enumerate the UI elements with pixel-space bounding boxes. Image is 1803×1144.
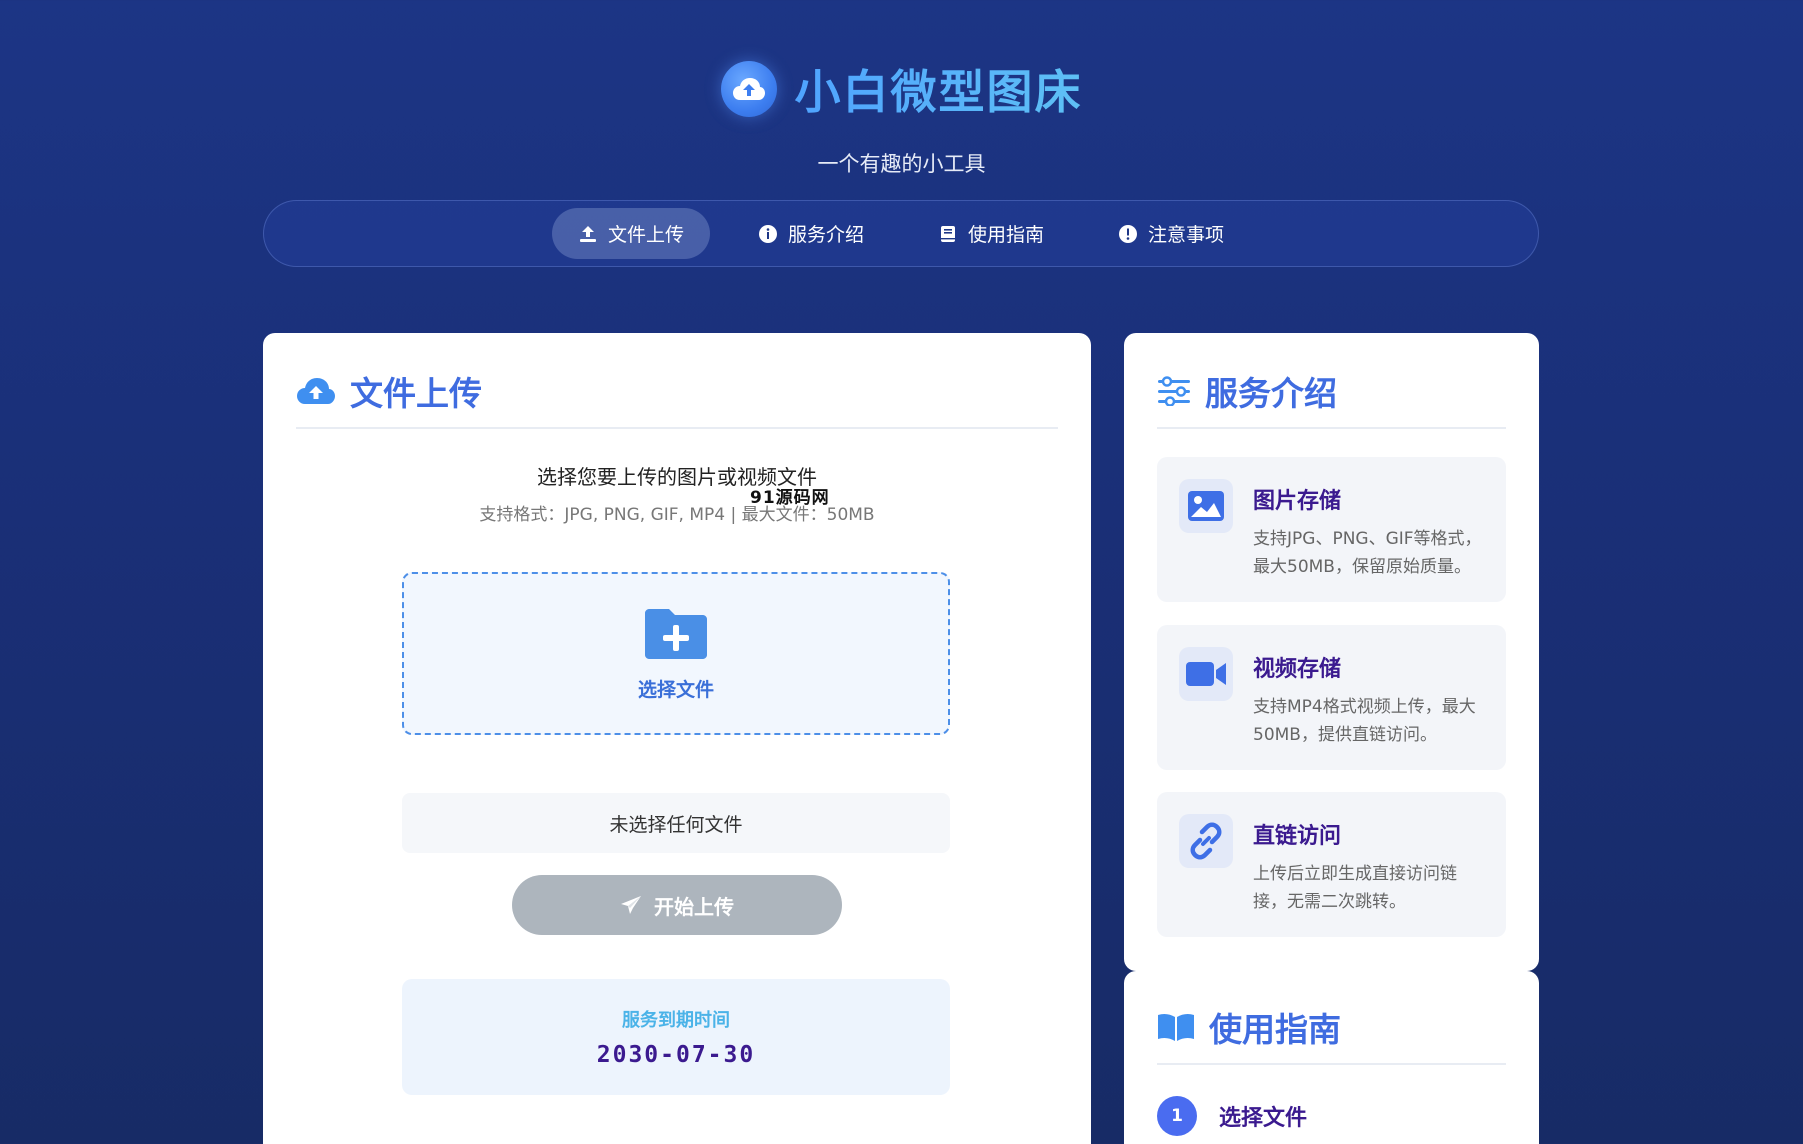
upload-card-header: 文件上传 — [296, 371, 1058, 429]
alert-icon — [1119, 224, 1138, 243]
paper-plane-icon — [621, 896, 641, 914]
image-icon — [1179, 479, 1233, 533]
app-title: 小白微型图床 — [795, 56, 1083, 122]
step-number: 1 — [1157, 1096, 1197, 1136]
feature-desc: 上传后立即生成直接访问链接，无需二次跳转。 — [1253, 864, 1457, 912]
feature-desc: 支持JPG、PNG、GIF等格式，最大50MB，保留原始质量。 — [1253, 529, 1482, 577]
nav-tab-upload[interactable]: 文件上传 — [551, 208, 710, 259]
service-card: 服务介绍 图片存储 支持JPG、PNG、GIF等格式，最大50MB，保留原始质量… — [1124, 333, 1539, 971]
upload-icon — [579, 225, 596, 242]
guide-step: 1 选择文件 — [1157, 1096, 1307, 1136]
nav-tab-label: 服务介绍 — [787, 224, 864, 246]
guide-card: 使用指南 1 选择文件 — [1124, 971, 1539, 1144]
video-icon — [1179, 647, 1233, 701]
cloud-upload-icon — [297, 378, 335, 404]
file-status: 未选择任何文件 — [402, 793, 950, 853]
book-open-icon — [1158, 1013, 1194, 1041]
feature-video-storage: 视频存储 支持MP4格式视频上传，最大50MB，提供直链访问。 — [1157, 625, 1506, 770]
expiry-box: 服务到期时间 2030-07-30 — [402, 979, 950, 1095]
watermark-text: 91源码网 — [750, 488, 830, 508]
feature-direct-link: 直链访问 上传后立即生成直接访问链接，无需二次跳转。 — [1157, 792, 1506, 937]
feature-desc: 支持MP4格式视频上传，最大50MB，提供直链访问。 — [1253, 697, 1476, 745]
top-nav: 文件上传 服务介绍 使用指南 注意事项 — [263, 200, 1539, 267]
start-upload-label: 开始上传 — [654, 894, 734, 919]
upload-card-title: 文件上传 — [350, 374, 482, 413]
book-icon — [941, 225, 955, 242]
nav-tab-guide[interactable]: 使用指南 — [912, 208, 1070, 259]
nav-tab-notes[interactable]: 注意事项 — [1092, 208, 1250, 259]
feature-title: 直链访问 — [1253, 824, 1342, 849]
start-upload-button[interactable]: 开始上传 — [512, 875, 842, 935]
guide-card-header: 使用指南 — [1157, 1007, 1506, 1065]
nav-tab-label: 注意事项 — [1148, 224, 1225, 246]
feature-image-storage: 图片存储 支持JPG、PNG、GIF等格式，最大50MB，保留原始质量。 — [1157, 457, 1506, 602]
upload-intro: 选择您要上传的图片或视频文件 支持格式：JPG, PNG, GIF, MP4 |… — [263, 461, 1091, 525]
expiry-label: 服务到期时间 — [622, 1010, 730, 1031]
upload-card: 文件上传 选择您要上传的图片或视频文件 支持格式：JPG, PNG, GIF, … — [263, 333, 1091, 1144]
feature-title: 视频存储 — [1253, 657, 1342, 682]
cloud-upload-logo-icon — [720, 61, 777, 117]
brand: 小白微型图床 — [0, 56, 1803, 122]
guide-card-title: 使用指南 — [1209, 1010, 1341, 1049]
nav-tab-label: 文件上传 — [607, 224, 684, 246]
service-card-title: 服务介绍 — [1205, 374, 1337, 413]
nav-tab-label: 使用指南 — [968, 224, 1045, 246]
sliders-icon — [1158, 376, 1190, 406]
app-subtitle: 一个有趣的小工具 — [817, 152, 986, 176]
select-file-label: 选择文件 — [637, 679, 714, 701]
nav-tab-service[interactable]: 服务介绍 — [732, 208, 890, 259]
upload-instruction: 选择您要上传的图片或视频文件 — [537, 465, 817, 489]
info-icon — [758, 224, 777, 243]
upload-formats: 支持格式：JPG, PNG, GIF, MP4 | 最大文件：50MB — [479, 505, 875, 525]
file-dropzone[interactable]: 选择文件 — [402, 572, 950, 735]
folder-plus-icon — [645, 609, 707, 659]
link-icon — [1179, 814, 1233, 868]
step-label: 选择文件 — [1219, 1106, 1308, 1131]
feature-title: 图片存储 — [1253, 489, 1342, 514]
service-card-header: 服务介绍 — [1157, 371, 1506, 429]
expiry-date: 2030-07-30 — [596, 1042, 756, 1068]
